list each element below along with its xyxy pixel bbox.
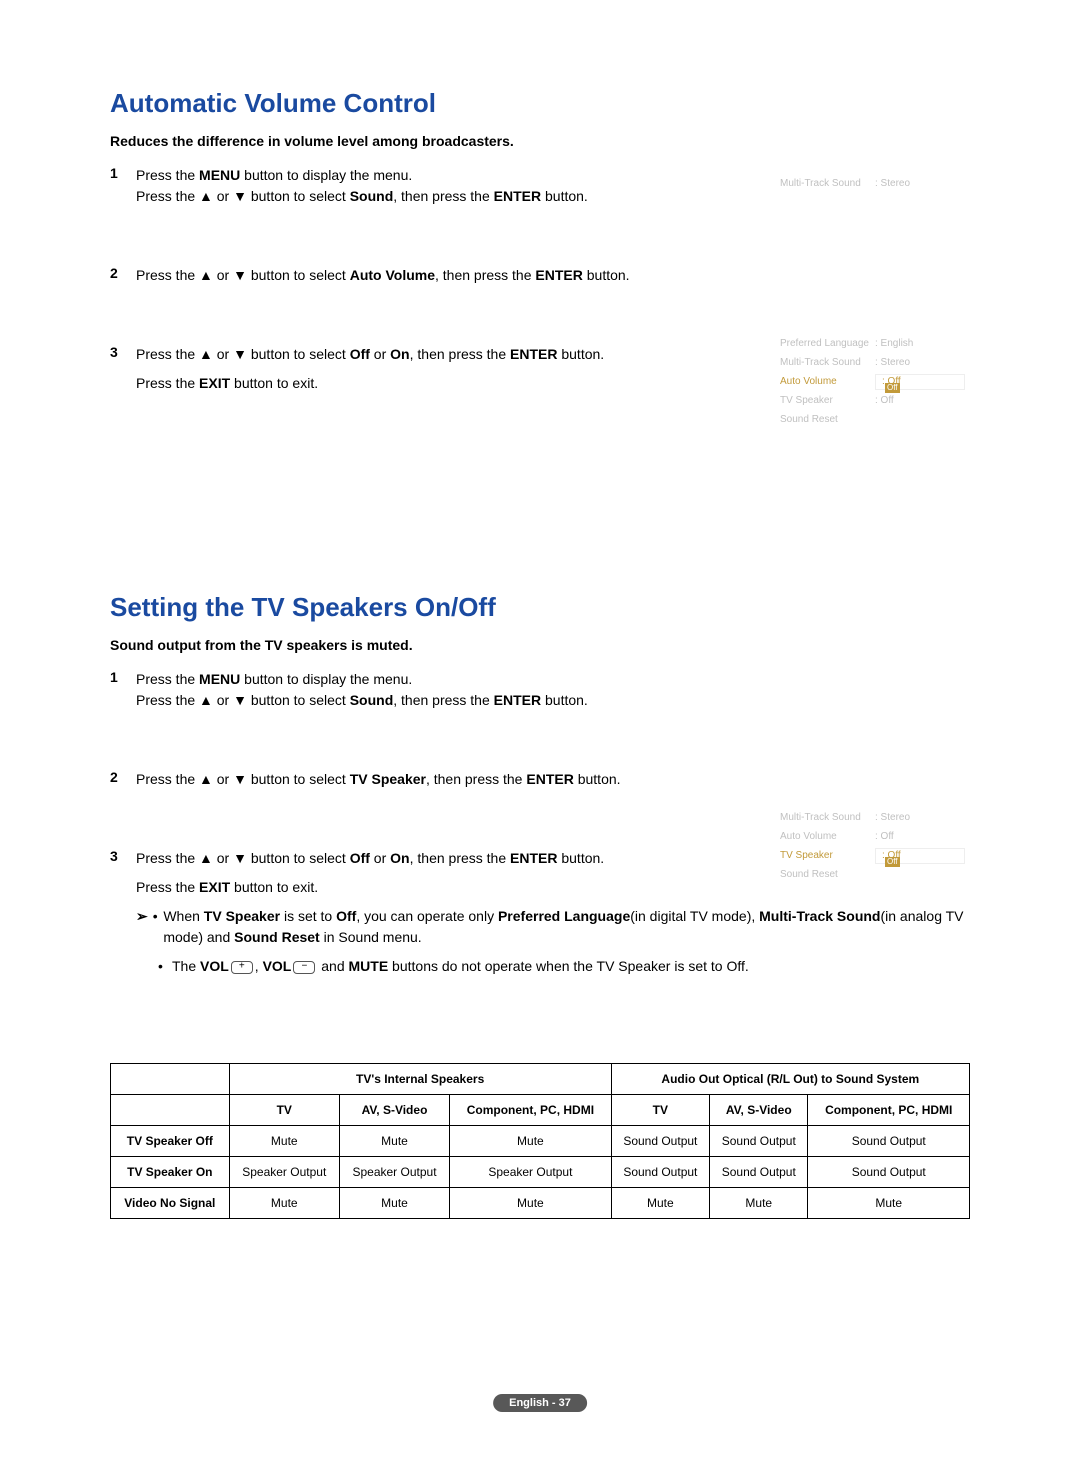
step-number: 1 (110, 669, 136, 685)
section2-step2: 2 Press the ▲ or ▼ button to select TV S… (110, 769, 970, 790)
step-text: Press the MENU button to display the men… (136, 669, 970, 711)
note-line-2: • The VOL, VOL and MUTE buttons do not o… (158, 956, 970, 977)
step-text: Press the ▲ or ▼ button to select Auto V… (136, 265, 970, 286)
table-row: TV Speaker Off MuteMuteMute Sound Output… (111, 1126, 970, 1157)
step-text: Press the ▲ or ▼ button to select TV Spe… (136, 769, 970, 790)
step-number: 3 (110, 344, 136, 360)
page: Automatic Volume Control Reduces the dif… (0, 0, 1080, 1482)
step-number: 2 (110, 265, 136, 281)
step-number: 3 (110, 848, 136, 864)
vol-plus-icon (231, 961, 253, 974)
note-block: ➢ • When TV Speaker is set to Off, you c… (136, 906, 970, 948)
section2-step1: 1 Press the MENU button to display the m… (110, 669, 970, 711)
speaker-output-table: TV's Internal Speakers Audio Out Optical… (110, 1063, 970, 1219)
table-row: TV Speaker On Speaker OutputSpeaker Outp… (111, 1157, 970, 1188)
section1-step1: 1 Press the MENU button to display the m… (110, 165, 970, 207)
section1-step2: 2 Press the ▲ or ▼ button to select Auto… (110, 265, 970, 286)
table-row: Video No Signal MuteMuteMute MuteMuteMut… (111, 1188, 970, 1219)
step-number: 2 (110, 769, 136, 785)
section1-subtitle: Reduces the difference in volume level a… (110, 133, 970, 149)
section2-subtitle: Sound output from the TV speakers is mut… (110, 637, 970, 653)
step-number: 1 (110, 165, 136, 181)
section2-title: Setting the TV Speakers On/Off (110, 592, 970, 623)
osd-snippet-2: Preferred Language: English Multi-Track … (780, 334, 970, 429)
section2-step3: 3 Press the ▲ or ▼ button to select Off … (110, 848, 970, 977)
section1-title: Automatic Volume Control (110, 88, 970, 119)
vol-minus-icon (293, 961, 315, 974)
osd-snippet-3: Multi-Track Sound: Stereo Auto Volume: O… (780, 808, 970, 884)
osd-snippet-1: Multi-Track Sound: Stereo (780, 174, 970, 193)
section1-step3: 3 Press the ▲ or ▼ button to select Off … (110, 344, 970, 394)
page-number-pill: English - 37 (493, 1394, 587, 1412)
note-arrow-icon: ➢ (136, 906, 153, 927)
